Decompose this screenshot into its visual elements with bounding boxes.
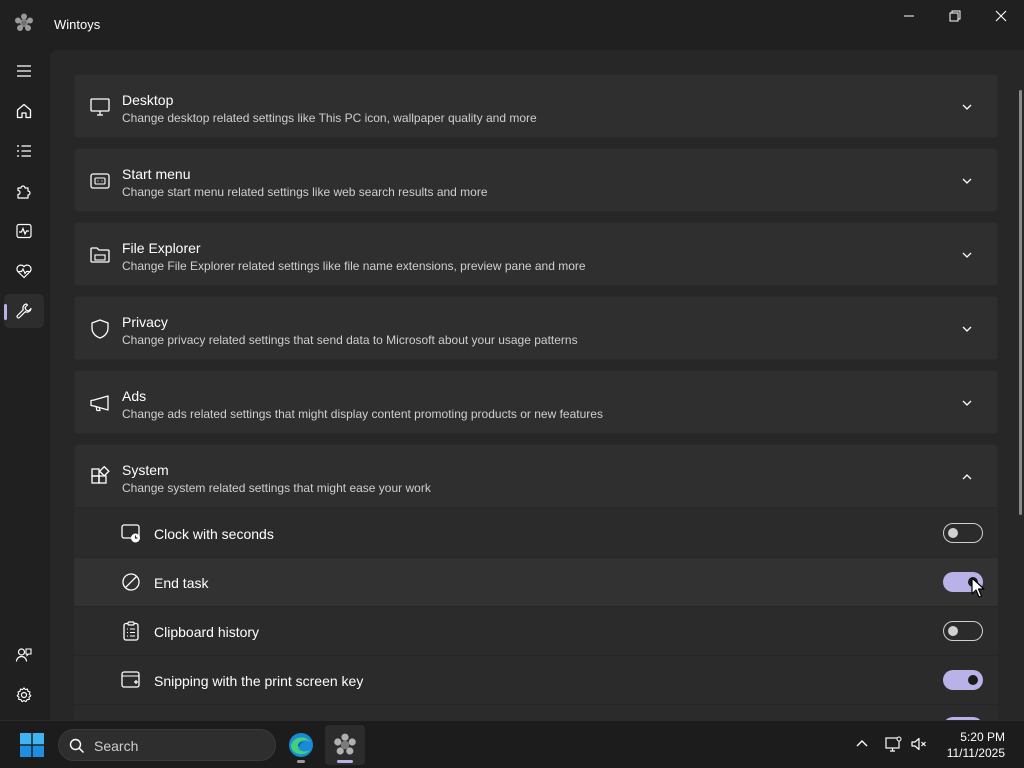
folder-icon bbox=[90, 247, 110, 263]
settings-gear-icon bbox=[16, 687, 32, 703]
search-icon bbox=[69, 738, 85, 754]
apps-list-icon bbox=[17, 145, 31, 157]
section-privacy[interactable]: Privacy Change privacy related settings … bbox=[74, 296, 998, 360]
nav-item-services[interactable] bbox=[4, 174, 44, 208]
clipboard-history-toggle[interactable] bbox=[943, 621, 983, 641]
edge-icon bbox=[289, 733, 313, 757]
puzzle-icon bbox=[17, 185, 31, 199]
block-icon bbox=[122, 573, 140, 591]
restore-button[interactable] bbox=[932, 0, 978, 32]
section-subtitle: Change desktop related settings like Thi… bbox=[122, 111, 537, 125]
chevron-down-icon bbox=[962, 104, 972, 110]
section-title: Start menu bbox=[122, 166, 191, 182]
setting-label: End task bbox=[154, 575, 209, 591]
nav-menu-toggle[interactable] bbox=[4, 54, 44, 88]
wintoys-logo-icon bbox=[15, 13, 33, 31]
section-title: File Explorer bbox=[122, 240, 201, 256]
nav-item-home[interactable] bbox=[4, 94, 44, 128]
title-bar: Wintoys bbox=[0, 0, 1024, 48]
section-subtitle: Change ads related settings that might d… bbox=[122, 407, 603, 421]
close-icon bbox=[995, 10, 1007, 22]
clock-icon bbox=[121, 524, 140, 543]
section-subtitle: Change privacy related settings that sen… bbox=[122, 333, 578, 347]
setting-clipboard-history: Clipboard history bbox=[74, 607, 998, 655]
taskbar-search-box[interactable]: Search bbox=[58, 729, 276, 761]
section-ads[interactable]: Ads Change ads related settings that mig… bbox=[74, 370, 998, 434]
health-icon bbox=[16, 264, 32, 279]
app-running-indicator bbox=[297, 760, 305, 763]
shield-icon bbox=[91, 319, 109, 339]
snipping-print-screen-toggle[interactable] bbox=[943, 670, 983, 690]
start-button[interactable] bbox=[14, 727, 50, 763]
monitor-icon bbox=[90, 98, 110, 116]
performance-icon bbox=[16, 223, 32, 239]
chevron-up-icon bbox=[962, 474, 972, 480]
clock-seconds-toggle[interactable] bbox=[943, 523, 983, 543]
home-icon bbox=[16, 103, 32, 119]
section-system[interactable]: System Change system related settings th… bbox=[74, 444, 998, 508]
section-title: Ads bbox=[122, 388, 147, 404]
taskbar-app-edge[interactable] bbox=[281, 725, 321, 765]
taskbar-clock[interactable]: 5:20 PM 11/11/2025 bbox=[947, 729, 1005, 761]
start-menu-icon bbox=[90, 173, 110, 189]
chevron-down-icon bbox=[962, 178, 972, 184]
setting-clock-with-seconds: Clock with seconds bbox=[74, 509, 998, 557]
app-title: Wintoys bbox=[54, 17, 101, 32]
minimize-button[interactable] bbox=[886, 0, 932, 32]
megaphone-icon bbox=[90, 395, 109, 412]
vertical-scrollbar[interactable] bbox=[1019, 90, 1022, 515]
nav-item-tweaks[interactable] bbox=[4, 294, 44, 328]
hamburger-menu-icon bbox=[17, 65, 31, 77]
clock-time: 5:20 PM bbox=[960, 730, 1005, 744]
apps-grid-icon bbox=[91, 466, 110, 484]
section-title: Privacy bbox=[122, 314, 168, 330]
close-button[interactable] bbox=[978, 0, 1024, 32]
content-area: Desktop Change desktop related settings … bbox=[50, 50, 1024, 720]
chevron-down-icon bbox=[962, 326, 972, 332]
setting-end-task: End task bbox=[74, 558, 998, 606]
app-active-indicator bbox=[337, 760, 353, 763]
setting-next-partial bbox=[74, 705, 998, 720]
chevron-down-icon bbox=[962, 252, 972, 258]
restore-icon bbox=[949, 10, 961, 22]
wintoys-icon bbox=[334, 733, 356, 755]
setting-label: Clock with seconds bbox=[154, 526, 274, 542]
chevron-up-icon[interactable] bbox=[853, 735, 871, 753]
navigation-rail bbox=[0, 48, 48, 720]
section-desktop[interactable]: Desktop Change desktop related settings … bbox=[74, 74, 998, 138]
setting-label: Snipping with the print screen key bbox=[154, 673, 364, 689]
nav-item-health[interactable] bbox=[4, 254, 44, 288]
taskbar-app-wintoys[interactable] bbox=[325, 725, 365, 765]
setting-label: Clipboard history bbox=[154, 624, 260, 640]
account-icon bbox=[15, 648, 32, 662]
minimize-icon bbox=[904, 15, 914, 17]
nav-item-account[interactable] bbox=[4, 638, 44, 672]
volume-muted-icon[interactable] bbox=[910, 735, 928, 753]
section-file-explorer[interactable]: File Explorer Change File Explorer relat… bbox=[74, 222, 998, 286]
section-subtitle: Change start menu related settings like … bbox=[122, 185, 488, 199]
setting-snipping-print-screen: Snipping with the print screen key bbox=[74, 656, 998, 704]
clock-date: 11/11/2025 bbox=[946, 746, 1005, 760]
mouse-cursor-icon bbox=[971, 577, 985, 598]
nav-item-apps[interactable] bbox=[4, 134, 44, 168]
section-subtitle: Change system related settings that migh… bbox=[122, 481, 431, 495]
screenshot-icon bbox=[121, 671, 140, 688]
nav-item-settings[interactable] bbox=[4, 678, 44, 712]
section-subtitle: Change File Explorer related settings li… bbox=[122, 259, 586, 273]
nav-item-performance[interactable] bbox=[4, 214, 44, 248]
tweaks-wrench-icon bbox=[16, 303, 32, 319]
windows-logo-icon bbox=[20, 733, 44, 757]
section-title: Desktop bbox=[122, 92, 174, 108]
search-placeholder: Search bbox=[94, 738, 139, 754]
section-start-menu[interactable]: Start menu Change start menu related set… bbox=[74, 148, 998, 212]
network-monitor-icon[interactable] bbox=[884, 735, 902, 753]
chevron-down-icon bbox=[962, 400, 972, 406]
section-title: System bbox=[122, 462, 169, 478]
clipboard-icon bbox=[123, 621, 139, 641]
taskbar: Search 5:20 PM 11/11/2025 bbox=[0, 720, 1024, 768]
